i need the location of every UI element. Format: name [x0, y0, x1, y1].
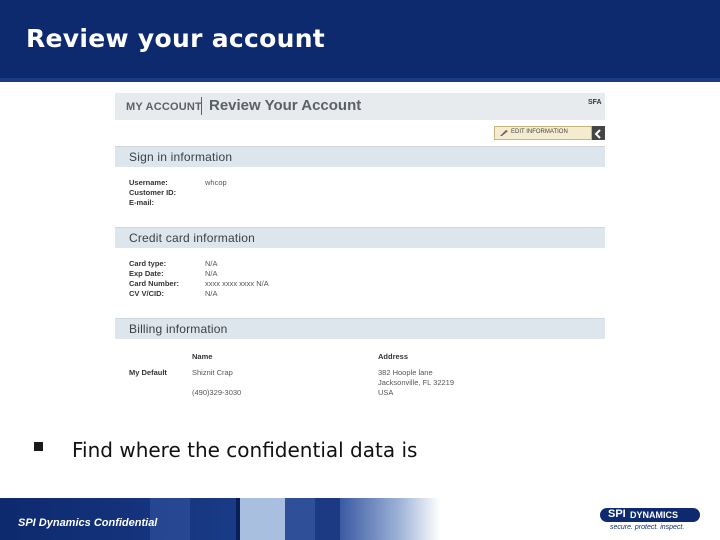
exp-date-label: Exp Date:: [129, 269, 164, 278]
footer-band-fade: [340, 498, 440, 540]
billing-title: Billing information: [129, 322, 228, 336]
slide-header: Review your account: [0, 0, 720, 78]
cvv-label: CV V/CID:: [129, 289, 165, 298]
billing-address-header: Address: [378, 352, 409, 361]
email-label: E-mail:: [129, 198, 155, 207]
billing-address-line-3: USA: [378, 388, 394, 397]
bullet-text: Find where the confidential data is: [72, 438, 418, 462]
credit-card-section-bar: Credit card information: [115, 227, 605, 248]
my-account-label: MY ACCOUNT: [126, 101, 202, 113]
account-header-bar: MY ACCOUNT Review Your Account SFA: [115, 93, 605, 120]
credit-card-title: Credit card information: [129, 231, 255, 245]
sign-in-section-bar: Sign in information: [115, 146, 605, 167]
edit-arrow-button[interactable]: [592, 126, 605, 140]
billing-address-line-2: Jacksonville, FL 32219: [378, 378, 455, 387]
footer-confidential-text: SPI Dynamics Confidential: [18, 517, 158, 529]
header-corner-text: SFA: [588, 99, 602, 106]
chevron-left-icon: [594, 129, 601, 139]
customer-id-label: Customer ID:: [129, 188, 177, 197]
logo-tagline: secure. protect. inspect.: [610, 524, 685, 531]
card-number-label: Card Number:: [129, 279, 180, 288]
username-label: Username:: [129, 178, 168, 187]
billing-phone-value: (490)329-3030: [192, 388, 242, 397]
card-type-value: N/A: [205, 259, 218, 268]
billing-name-header: Name: [192, 352, 213, 361]
account-screenshot: MY ACCOUNT Review Your Account SFA EDIT …: [115, 93, 605, 405]
footer-band-block-1: [285, 498, 315, 540]
username-value: whcop: [205, 178, 227, 187]
card-type-label: Card type:: [129, 259, 167, 268]
billing-section-bar: Billing information: [115, 318, 605, 339]
sign-in-title: Sign in information: [129, 150, 233, 164]
edit-information-button[interactable]: EDIT INFORMATION: [494, 126, 592, 140]
header-divider: [201, 97, 202, 115]
pencil-icon: [500, 130, 508, 136]
cvv-value: N/A: [205, 289, 218, 298]
billing-name-value: Shiznit Crap: [192, 368, 233, 377]
footer-band-block-2: [315, 498, 340, 540]
review-account-title: Review Your Account: [209, 97, 362, 114]
exp-date-value: N/A: [205, 269, 218, 278]
spi-dynamics-logo: SPI DYNAMICS secure. protect. inspect.: [600, 508, 700, 534]
billing-address-line-1: 382 Hoople lane: [378, 368, 433, 377]
card-number-value: xxxx xxxx xxxx N/A: [205, 279, 269, 288]
header-rule: [0, 78, 720, 82]
billing-row-label: My Default: [129, 368, 167, 377]
logo-spi-text: SPI: [608, 508, 626, 520]
logo-dynamics-text: DYNAMICS: [630, 510, 679, 520]
footer-band-light: [240, 498, 285, 540]
edit-information-label: EDIT INFORMATION: [511, 129, 568, 135]
slide-title: Review your account: [26, 24, 326, 53]
bullet-marker: [34, 442, 43, 451]
